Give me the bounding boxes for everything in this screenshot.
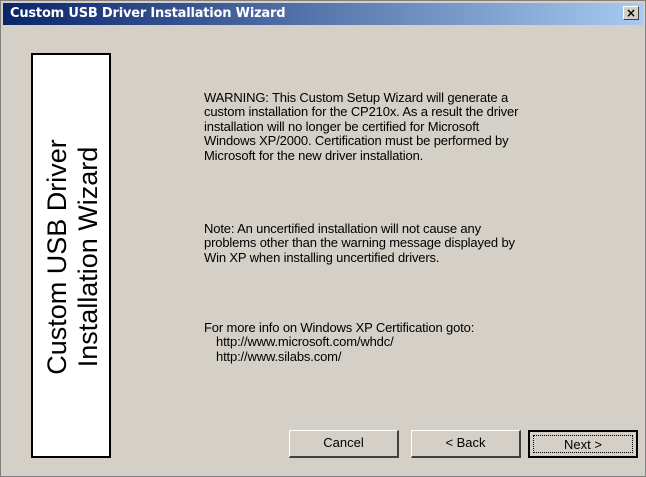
microsoft-link: http://www.microsoft.com/whdc/ xyxy=(216,334,394,350)
close-button[interactable]: × xyxy=(623,6,639,20)
note-text: Note: An uncertified installation will n… xyxy=(204,221,515,265)
window-title: Custom USB Driver Installation Wizard xyxy=(10,6,286,21)
cancel-button-label: Cancel xyxy=(323,435,364,450)
next-focus-ring: Next > xyxy=(533,435,633,453)
wizard-side-panel: Custom USB Driver Installation Wizard xyxy=(31,53,111,458)
side-title-line-2: Installation Wizard xyxy=(73,146,103,368)
next-button-label: Next > xyxy=(564,437,602,452)
side-title-line-1: Custom USB Driver xyxy=(42,139,72,375)
side-panel-title: Custom USB Driver Installation Wizard xyxy=(33,67,113,447)
close-icon: × xyxy=(625,6,637,20)
back-button-label: < Back xyxy=(445,435,486,450)
wizard-window: Custom USB Driver Installation Wizard × … xyxy=(0,0,646,477)
next-button[interactable]: Next > xyxy=(528,430,638,458)
back-button[interactable]: < Back xyxy=(411,430,521,458)
warning-text: WARNING: This Custom Setup Wizard will g… xyxy=(204,90,519,163)
cancel-button[interactable]: Cancel xyxy=(289,430,399,458)
info-heading: For more info on Windows XP Certificatio… xyxy=(204,320,475,335)
silabs-link: http://www.silabs.com/ xyxy=(216,348,342,364)
info-section: For more info on Windows XP Certificatio… xyxy=(204,320,554,364)
title-bar: Custom USB Driver Installation Wizard × xyxy=(3,3,643,25)
